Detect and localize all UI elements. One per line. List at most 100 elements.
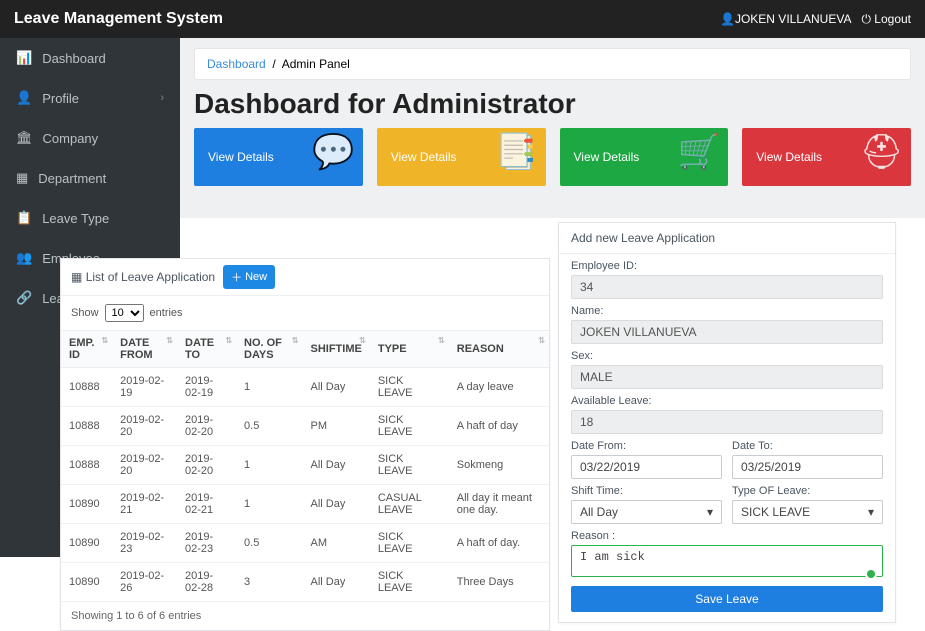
- name-label: Name:: [571, 305, 883, 317]
- sidebar-item-label: Profile: [42, 91, 150, 106]
- grammarly-icon: [865, 568, 877, 580]
- table-cell: All day it meant one day.: [449, 485, 549, 524]
- date-to-label: Date To:: [732, 440, 883, 452]
- breadcrumb-current: Admin Panel: [282, 57, 350, 71]
- new-button[interactable]: ＋New: [223, 265, 275, 289]
- table-cell: 1: [236, 368, 302, 407]
- table-cell: A haft of day: [449, 407, 549, 446]
- table-row[interactable]: 108902019-02-212019-02-211All DayCASUAL …: [61, 485, 549, 524]
- sort-icon: ⇅: [359, 337, 366, 344]
- plus-icon: ＋: [231, 269, 242, 285]
- table-cell: 10890: [61, 563, 112, 602]
- card-label: View Details: [756, 150, 822, 164]
- tachometer-icon: 📊: [16, 50, 32, 66]
- dt-show-label: Show: [71, 307, 99, 319]
- reason-label: Reason :: [571, 530, 883, 542]
- sidebar-item-label: Department: [38, 171, 106, 186]
- dashboard-card-yellow[interactable]: View Details 📑: [377, 128, 546, 186]
- leave-list-panel: ▦ List of Leave Application ＋New Show 10…: [60, 258, 550, 631]
- logout-link[interactable]: ⏻ Logout: [861, 12, 911, 27]
- reason-input[interactable]: I am sick: [571, 545, 883, 577]
- table-header[interactable]: DATE TO⇅: [177, 331, 236, 368]
- leave-type-label: Type OF Leave:: [732, 485, 883, 497]
- table-header[interactable]: REASON⇅: [449, 331, 549, 368]
- table-cell: 0.5: [236, 407, 302, 446]
- card-label: View Details: [574, 150, 640, 164]
- table-cell: CASUAL LEAVE: [370, 485, 449, 524]
- sort-icon: ⇅: [538, 337, 545, 344]
- user-icon: 👤: [720, 12, 735, 26]
- card-label: View Details: [208, 150, 274, 164]
- user-link[interactable]: 👤JOKEN VILLANUEVA: [720, 12, 851, 26]
- sidebar-item-label: Company: [43, 131, 99, 146]
- breadcrumb: Dashboard / Admin Panel: [194, 48, 911, 80]
- table-row[interactable]: 108902019-02-262019-02-283All DaySICK LE…: [61, 563, 549, 602]
- leave-type-select[interactable]: SICK LEAVE▾: [732, 500, 883, 524]
- table-header[interactable]: EMP. ID⇅: [61, 331, 112, 368]
- table-cell: SICK LEAVE: [370, 563, 449, 602]
- date-to-input[interactable]: [732, 455, 883, 479]
- table-cell: 2019-02-19: [112, 368, 177, 407]
- shift-time-select[interactable]: All Day▾: [571, 500, 722, 524]
- grid-icon: ▦: [16, 170, 28, 186]
- table-cell: All Day: [303, 485, 370, 524]
- sidebar-item-department[interactable]: ▦ Department: [0, 158, 180, 198]
- dashboard-card-red[interactable]: View Details⛑: [742, 128, 911, 186]
- dashboard-card-green[interactable]: View Details 🛒: [560, 128, 729, 186]
- table-cell: PM: [303, 407, 370, 446]
- table-cell: All Day: [303, 446, 370, 485]
- sort-icon: ⇅: [438, 337, 445, 344]
- table-cell: All Day: [303, 368, 370, 407]
- table-cell: Three Days: [449, 563, 549, 602]
- save-leave-button[interactable]: Save Leave: [571, 586, 883, 612]
- sort-icon: ⇅: [225, 337, 232, 344]
- date-from-label: Date From:: [571, 440, 722, 452]
- table-cell: 1: [236, 485, 302, 524]
- table-cell: 10890: [61, 485, 112, 524]
- card-label: View Details: [391, 150, 457, 164]
- chat-icon: 💬: [312, 132, 354, 172]
- breadcrumb-link[interactable]: Dashboard: [207, 57, 266, 71]
- share-icon: 🔗: [16, 290, 32, 306]
- table-row[interactable]: 108882019-02-202019-02-200.5PMSICK LEAVE…: [61, 407, 549, 446]
- shift-time-label: Shift Time:: [571, 485, 722, 497]
- dashboard-card-blue[interactable]: View Details 💬: [194, 128, 363, 186]
- sidebar-item-leave-type[interactable]: 📋Leave Type: [0, 198, 180, 238]
- app-title: Leave Management System: [14, 10, 223, 28]
- table-row[interactable]: 108882019-02-202019-02-201All DaySICK LE…: [61, 446, 549, 485]
- sidebar-item-company[interactable]: 🏛Company: [0, 118, 180, 158]
- table-header[interactable]: SHIFTIME⇅: [303, 331, 370, 368]
- list-icon: 📑: [495, 132, 537, 172]
- sidebar-item-label: Dashboard: [42, 51, 106, 66]
- table-cell: 2019-02-21: [177, 485, 236, 524]
- table-cell: 10888: [61, 368, 112, 407]
- sidebar-item-dashboard[interactable]: 📊 Dashboard: [0, 38, 180, 78]
- employee-id-label: Employee ID:: [571, 260, 883, 272]
- table-cell: SICK LEAVE: [370, 368, 449, 407]
- table-row[interactable]: 108882019-02-192019-02-191All DaySICK LE…: [61, 368, 549, 407]
- table-cell: All Day: [303, 563, 370, 602]
- table-cell: 2019-02-20: [112, 407, 177, 446]
- caret-down-icon: ▾: [868, 505, 874, 519]
- cart-icon: 🛒: [678, 132, 720, 172]
- table-cell: 3: [236, 563, 302, 602]
- employee-id-field: 34: [571, 275, 883, 299]
- available-leave-label: Available Leave:: [571, 395, 883, 407]
- sex-label: Sex:: [571, 350, 883, 362]
- table-header[interactable]: DATE FROM⇅: [112, 331, 177, 368]
- users-icon: 👥: [16, 250, 32, 266]
- table-cell: 2019-02-20: [177, 446, 236, 485]
- sidebar-item-label: Leave Type: [42, 211, 109, 226]
- table-header[interactable]: NO. OF DAYS⇅: [236, 331, 302, 368]
- table-cell: 2019-02-21: [112, 485, 177, 524]
- sort-icon: ⇅: [166, 337, 173, 344]
- date-from-input[interactable]: [571, 455, 722, 479]
- table-info: Showing 1 to 6 of 6 entries: [61, 602, 549, 630]
- sidebar-item-profile[interactable]: 👤Profile›: [0, 78, 180, 118]
- table-cell: 2019-02-20: [112, 446, 177, 485]
- table-header[interactable]: TYPE⇅: [370, 331, 449, 368]
- page-length-select[interactable]: 10: [105, 304, 144, 322]
- table-cell: 2019-02-26: [112, 563, 177, 602]
- table-cell: SICK LEAVE: [370, 446, 449, 485]
- table-cell: A day leave: [449, 368, 549, 407]
